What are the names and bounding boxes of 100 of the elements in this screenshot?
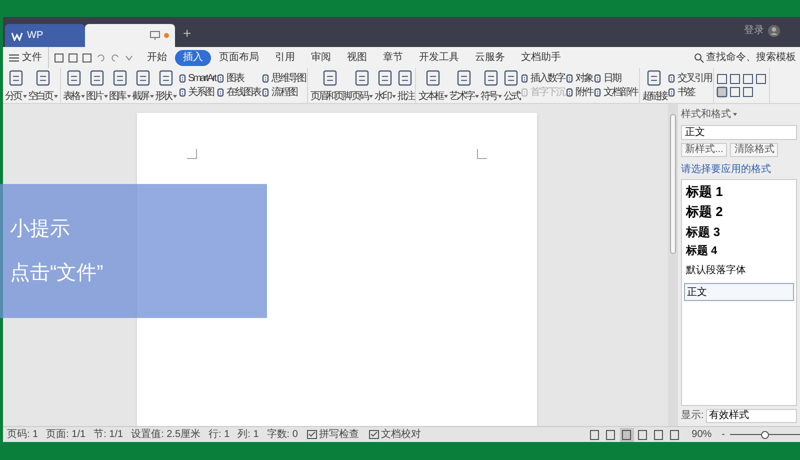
layout-button[interactable] — [716, 73, 728, 85]
ribbon-button[interactable]: 页眉和页脚 — [310, 70, 350, 102]
document-icon — [261, 74, 270, 83]
view-button[interactable] — [668, 428, 682, 442]
ribbon-button[interactable]: 书签 — [667, 86, 712, 98]
style-item[interactable]: 标题 2 — [684, 202, 794, 221]
zoom-out-button[interactable]: - — [720, 427, 727, 442]
caret-icon — [104, 94, 108, 98]
ribbon-tab[interactable]: 开始 — [139, 50, 175, 66]
ribbon-button[interactable]: 图库 — [109, 70, 131, 102]
document-icon — [565, 88, 574, 97]
layout-icon — [717, 74, 728, 84]
caret-icon — [475, 94, 480, 98]
document-icon — [8, 70, 24, 86]
ribbon-button[interactable]: 水印 — [374, 70, 396, 102]
tip-text: 点击“文件” — [10, 261, 104, 286]
redo-icon — [110, 52, 120, 62]
document-icon — [178, 74, 187, 83]
panel-button[interactable]: 清除格式 — [730, 143, 778, 157]
document-icon — [216, 88, 226, 97]
document-icon — [354, 70, 370, 86]
show-dropdown[interactable]: 有效样式 — [706, 408, 797, 422]
layout-button[interactable] — [716, 86, 728, 98]
style-item[interactable]: 标题 4 — [684, 242, 794, 260]
ribbon-button[interactable]: 形状 — [155, 70, 177, 102]
view-button[interactable] — [604, 428, 618, 442]
panel-button[interactable]: 新样式... — [681, 143, 728, 157]
ribbon-button[interactable]: 页码 — [351, 70, 374, 102]
ribbon-button[interactable]: 插入数字 — [520, 72, 564, 84]
undo-icon — [96, 52, 106, 62]
status-text: 字数: 0 — [266, 428, 299, 442]
document-tab[interactable]: WP — [5, 24, 85, 47]
vertical-scrollbar[interactable] — [668, 104, 678, 426]
layout-icon — [730, 74, 740, 84]
ribbon-button[interactable]: 文档部件 — [593, 86, 638, 98]
ribbon-button[interactable]: 艺术字 — [449, 70, 480, 102]
document-icon — [667, 88, 676, 97]
panel-title[interactable]: 样式和格式 — [681, 107, 797, 122]
layout-button[interactable] — [729, 86, 742, 98]
ribbon-tab[interactable]: 审阅 — [303, 50, 339, 66]
ribbon-tab[interactable]: 页面布局 — [211, 50, 267, 66]
layout-button[interactable] — [729, 73, 742, 85]
ribbon-tab[interactable]: 开发工具 — [411, 50, 467, 66]
show-label: 显示: — [681, 409, 704, 423]
document-icon — [178, 88, 187, 97]
slider-thumb[interactable] — [761, 430, 769, 438]
view-button[interactable] — [620, 428, 634, 442]
ribbon-tab[interactable]: 插入 — [175, 50, 211, 66]
new-tab-button[interactable]: + — [175, 23, 200, 47]
layout-button[interactable] — [755, 73, 768, 85]
search-link[interactable]: 查找命令、搜索模板 — [706, 50, 796, 65]
style-item[interactable]: 默认段落字体 — [684, 261, 794, 279]
ribbon-button[interactable]: 思维导图 — [261, 72, 306, 84]
caret-icon — [54, 94, 58, 98]
caret-icon — [23, 94, 27, 98]
ribbon-button[interactable]: 交叉引用 — [667, 72, 712, 84]
ribbon-button[interactable]: 分页 — [5, 70, 27, 102]
document-icon — [456, 70, 472, 86]
view-button[interactable] — [636, 428, 650, 442]
style-item[interactable]: 标题 3 — [684, 222, 794, 241]
ribbon-button[interactable]: 关系图 — [178, 86, 216, 98]
ribbon-button[interactable]: 图片 — [86, 70, 108, 102]
ribbon-tab[interactable]: 章节 — [375, 50, 411, 66]
login-link[interactable]: 登录 — [744, 23, 764, 38]
layout-button[interactable] — [742, 86, 754, 98]
ribbon-tab[interactable]: 文档助手 — [513, 50, 569, 66]
ribbon-button[interactable]: 超链接 — [642, 70, 666, 102]
ribbon-tab[interactable]: 引用 — [267, 50, 303, 66]
ribbon-tab[interactable]: 云服务 — [467, 50, 513, 66]
ribbon-button[interactable]: 附件 — [565, 86, 592, 98]
zoom-slider[interactable] — [730, 430, 800, 440]
ribbon-button[interactable]: 图表 — [216, 72, 260, 84]
ribbon-button[interactable]: 对象 — [565, 72, 592, 84]
style-item[interactable]: 标题 1 — [684, 182, 794, 201]
ribbon-button[interactable]: 符号 — [480, 70, 502, 102]
document-icon — [135, 70, 151, 86]
ribbon-button[interactable]: 批注 — [397, 70, 414, 102]
status-button[interactable]: 文档校对 — [364, 427, 426, 442]
ribbon-tab[interactable]: 视图 — [339, 50, 375, 66]
document-icon — [483, 70, 500, 86]
status-button[interactable]: 拼写检查 — [302, 427, 364, 442]
ribbon-button[interactable]: 在线图表 — [216, 86, 260, 98]
ribbon-button[interactable]: 空白页 — [28, 70, 58, 102]
style-field[interactable]: 正文 — [681, 125, 797, 140]
panel-prompt: 请选择要应用的格式 — [681, 162, 772, 177]
user-icon — [768, 24, 780, 36]
ribbon-button[interactable]: 日期 — [593, 72, 638, 84]
document-icon — [377, 70, 394, 86]
ribbon-button[interactable]: 文本框 — [418, 70, 448, 102]
layout-button[interactable] — [742, 73, 754, 85]
view-button[interactable] — [588, 428, 602, 442]
view-button[interactable] — [652, 428, 666, 442]
style-item[interactable]: 正文 — [684, 283, 794, 301]
document-icon — [667, 74, 676, 83]
document-icon — [565, 74, 574, 83]
ribbon-button[interactable]: SmartArt — [178, 72, 216, 84]
ribbon-button[interactable]: 公式 — [503, 70, 520, 102]
ribbon-button[interactable]: 流程图 — [261, 86, 306, 98]
ribbon-button[interactable]: 截屏 — [132, 70, 154, 102]
ribbon-button[interactable]: 表格 — [63, 70, 85, 102]
